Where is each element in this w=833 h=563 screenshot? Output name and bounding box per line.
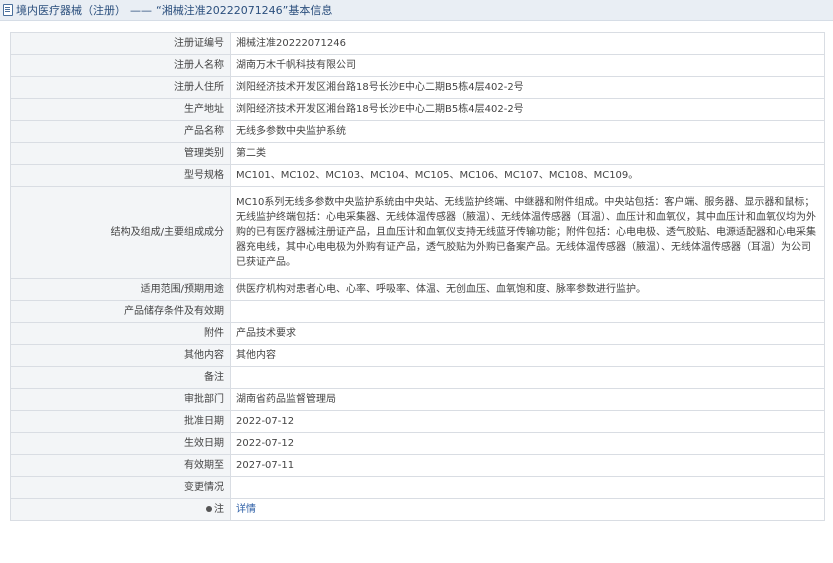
row-value: 无线多参数中央监护系统 [230,120,825,143]
row-label: 注册人名称 [10,54,231,77]
breadcrumb-bar: 境内医疗器械（注册） —— “湘械注准20222071246”基本信息 [0,0,833,21]
row-value: 2027-07-11 [230,454,825,477]
row-label: 有效期至 [10,454,231,477]
note-value-cell: 详情 [230,498,825,521]
row-value: 湘械注准20222071246 [230,32,825,55]
row-value: 湖南省药品监督管理局 [230,388,825,411]
breadcrumb-separator: —— [130,3,152,17]
row-label: 变更情况 [10,476,231,499]
row-label: 产品储存条件及有效期 [10,300,231,323]
row-value [230,300,825,323]
row-value: 2022-07-12 [230,410,825,433]
row-value: 2022-07-12 [230,432,825,455]
table-row: 生效日期 2022-07-12 [10,432,825,455]
table-row: 注册人名称 湖南万木千帆科技有限公司 [10,54,825,77]
row-label: 审批部门 [10,388,231,411]
row-label: 产品名称 [10,120,231,143]
row-label: 适用范围/预期用途 [10,278,231,301]
row-value: 产品技术要求 [230,322,825,345]
row-label: 生效日期 [10,432,231,455]
row-label: 批准日期 [10,410,231,433]
row-label: 结构及组成/主要组成成分 [10,186,231,279]
pin-icon [206,506,212,512]
row-value: MC10系列无线多参数中央监护系统由中央站、无线监护终端、中继器和附件组成。中央… [230,186,825,279]
document-icon [3,4,13,16]
table-row: 有效期至 2027-07-11 [10,454,825,477]
details-link[interactable]: 详情 [236,504,256,515]
row-value: MC101、MC102、MC103、MC104、MC105、MC106、MC10… [230,164,825,187]
row-value: 湖南万木千帆科技有限公司 [230,54,825,77]
table-row: 管理类别 第二类 [10,142,825,165]
row-value: 供医疗机构对患者心电、心率、呼吸率、体温、无创血压、血氧饱和度、脉率参数进行监护… [230,278,825,301]
table-row: 审批部门 湖南省药品监督管理局 [10,388,825,411]
table-row: 注册证编号 湘械注准20222071246 [10,32,825,55]
page-title: “湘械注准20222071246”基本信息 [156,4,333,17]
row-label: 附件 [10,322,231,345]
table-row: 产品名称 无线多参数中央监护系统 [10,120,825,143]
row-label: 其他内容 [10,344,231,367]
row-value: 浏阳经济技术开发区湘台路18号长沙E中心二期B5栋4层402-2号 [230,98,825,121]
table-row: 其他内容 其他内容 [10,344,825,367]
row-label: 管理类别 [10,142,231,165]
table-row: 结构及组成/主要组成成分 MC10系列无线多参数中央监护系统由中央站、无线监护终… [10,186,825,279]
table-row: 型号规格 MC101、MC102、MC103、MC104、MC105、MC106… [10,164,825,187]
table-row: 适用范围/预期用途 供医疗机构对患者心电、心率、呼吸率、体温、无创血压、血氧饱和… [10,278,825,301]
note-label-cell: 注 [10,498,231,521]
table-row: 产品储存条件及有效期 [10,300,825,323]
note-label: 注 [214,504,224,515]
row-label: 生产地址 [10,98,231,121]
row-label: 型号规格 [10,164,231,187]
row-label: 注册人住所 [10,76,231,99]
row-label: 备注 [10,366,231,389]
detail-table: 注册证编号 湘械注准20222071246 注册人名称 湖南万木千帆科技有限公司… [10,32,825,521]
row-value [230,366,825,389]
table-row: 备注 [10,366,825,389]
table-row: 注 详情 [10,498,825,521]
table-row: 批准日期 2022-07-12 [10,410,825,433]
row-label: 注册证编号 [10,32,231,55]
table-row: 变更情况 [10,476,825,499]
table-row: 生产地址 浏阳经济技术开发区湘台路18号长沙E中心二期B5栋4层402-2号 [10,98,825,121]
row-value: 第二类 [230,142,825,165]
breadcrumb-category[interactable]: 境内医疗器械（注册） [16,2,126,18]
row-value: 浏阳经济技术开发区湘台路18号长沙E中心二期B5栋4层402-2号 [230,76,825,99]
row-value: 其他内容 [230,344,825,367]
table-row: 附件 产品技术要求 [10,322,825,345]
table-row: 注册人住所 浏阳经济技术开发区湘台路18号长沙E中心二期B5栋4层402-2号 [10,76,825,99]
row-value [230,476,825,499]
